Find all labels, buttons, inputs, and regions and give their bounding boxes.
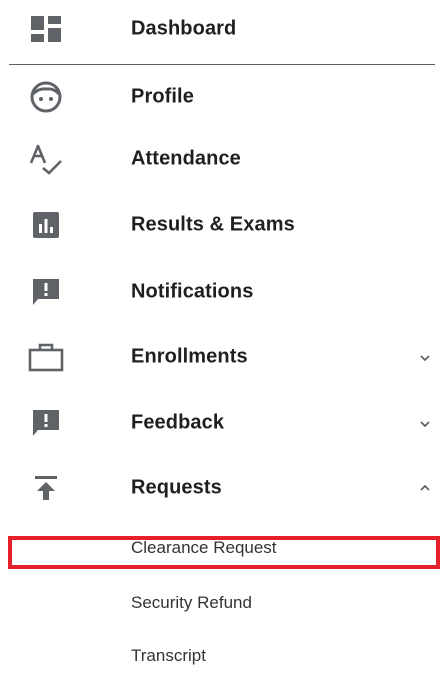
feedback-icon	[26, 403, 66, 443]
nav-label: Enrollments	[131, 345, 248, 368]
nav-item-feedback[interactable]: Feedback	[0, 398, 444, 448]
feedback-icon	[26, 272, 66, 312]
spellcheck-icon	[26, 139, 66, 179]
nav-label: Feedback	[131, 411, 225, 434]
nav-item-notifications[interactable]: Notifications	[0, 267, 444, 317]
nav-item-requests[interactable]: Requests	[0, 463, 444, 513]
vertical-align-top-icon	[26, 468, 66, 508]
submenu-item-security-refund[interactable]: Security Refund	[0, 583, 444, 623]
nav-label: Results & Exams	[131, 213, 295, 236]
submenu-item-transcript[interactable]: Transcript	[0, 636, 444, 676]
nav-label: Requests	[131, 476, 222, 499]
chevron-down-icon[interactable]	[418, 350, 432, 364]
chevron-up-icon[interactable]	[418, 481, 432, 495]
submenu-label: Security Refund	[131, 593, 252, 612]
nav-item-enrollments[interactable]: Enrollments	[0, 332, 444, 382]
nav-label: Attendance	[131, 147, 241, 170]
nav-label: Profile	[131, 85, 194, 108]
nav-item-results-exams[interactable]: Results & Exams	[0, 200, 444, 250]
nav-divider	[9, 64, 435, 65]
nav-label: Notifications	[131, 280, 254, 303]
chevron-down-icon[interactable]	[418, 416, 432, 430]
nav-item-dashboard[interactable]: Dashboard	[0, 4, 444, 54]
nav-item-profile[interactable]: Profile	[0, 72, 444, 122]
submenu-label: Transcript	[131, 646, 206, 665]
nav-item-attendance[interactable]: Attendance	[0, 134, 444, 184]
briefcase-icon	[26, 337, 66, 377]
dashboard-icon	[26, 9, 66, 49]
nav-label: Dashboard	[131, 17, 237, 40]
submenu-label: Clearance Request	[131, 538, 277, 557]
submenu-item-clearance-request[interactable]: Clearance Request	[0, 528, 444, 568]
face-icon	[26, 77, 66, 117]
bar-chart-icon	[26, 205, 66, 245]
